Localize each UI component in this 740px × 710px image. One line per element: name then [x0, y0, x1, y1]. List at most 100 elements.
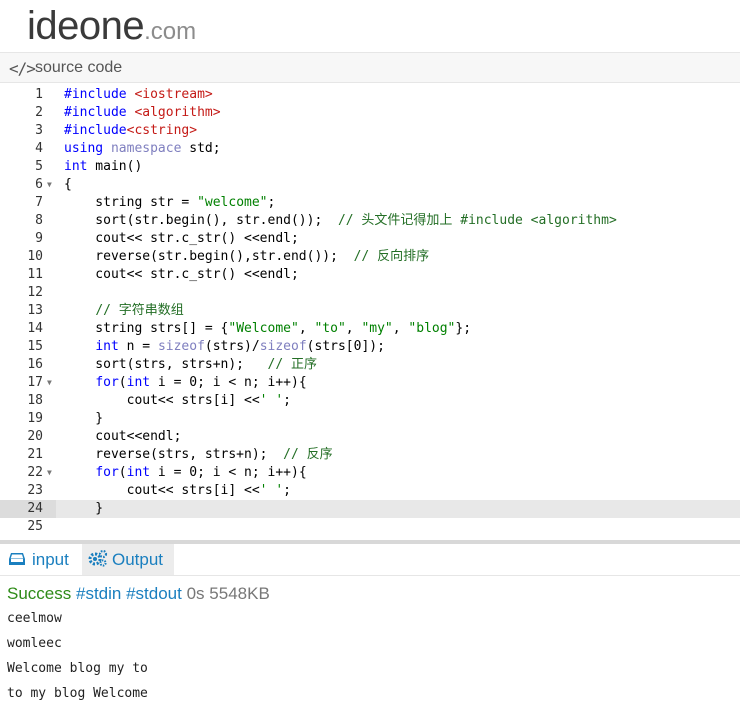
output-line: Welcome blog my to: [7, 661, 148, 676]
inbox-icon: [8, 544, 26, 575]
output-line: to my blog Welcome: [7, 686, 148, 701]
code-text: int main(): [64, 159, 143, 174]
code-line[interactable]: 11 cout<< str.c_str() <<endl;: [0, 266, 740, 284]
code-line[interactable]: 4 using namespace std;: [0, 140, 740, 158]
code-line[interactable]: 7 string str = "welcome";: [0, 194, 740, 212]
code-line[interactable]: 12: [0, 284, 740, 302]
code-text: cout<< strs[i] <<' ';: [64, 483, 291, 498]
memory-usage: 5548KB: [209, 584, 270, 603]
code-text: using namespace std;: [64, 141, 221, 156]
site-header: ideone.com: [0, 0, 740, 50]
fold-toggle-icon[interactable]: ▼: [47, 374, 52, 392]
code-text: cout<< str.c_str() <<endl;: [64, 267, 299, 282]
run-status: Success #stdin #stdout 0s 5548KB: [7, 584, 270, 604]
code-line[interactable]: 18 cout<< strs[i] <<' ';: [0, 392, 740, 410]
ideone-logo[interactable]: ideone.com: [27, 4, 196, 49]
code-text: string str = "welcome";: [64, 195, 276, 210]
io-tabs: input Output: [0, 544, 740, 576]
line-number: 13: [27, 303, 43, 318]
line-number: 20: [27, 429, 43, 444]
stdin-link[interactable]: #stdin: [76, 584, 121, 603]
tab-input[interactable]: input: [8, 544, 80, 575]
line-number: 5: [35, 159, 43, 174]
line-number: 16: [27, 357, 43, 372]
fold-toggle-icon[interactable]: ▼: [47, 176, 52, 194]
code-text: {: [64, 177, 72, 192]
fold-toggle-icon[interactable]: ▼: [47, 464, 52, 482]
code-text: cout<< str.c_str() <<endl;: [64, 231, 299, 246]
line-number: 25: [27, 519, 43, 534]
code-text: int n = sizeof(strs)/sizeof(strs[0]);: [95, 339, 385, 354]
line-number: 6: [35, 177, 43, 192]
code-line[interactable]: 19 }: [0, 410, 740, 428]
code-icon: </>: [9, 59, 36, 78]
code-line[interactable]: 2 #include <algorithm>: [0, 104, 740, 122]
code-text: }: [64, 411, 104, 426]
code-line[interactable]: 8 sort(str.begin(), str.end()); // 头文件记得…: [0, 212, 740, 230]
line-number: 4: [35, 141, 43, 156]
code-line[interactable]: 10 reverse(str.begin(),str.end()); // 反向…: [0, 248, 740, 266]
line-number: 2: [35, 105, 43, 120]
code-text: cout<<endl;: [64, 429, 182, 444]
line-number: 21: [27, 447, 43, 462]
tab-output[interactable]: Output: [82, 544, 174, 575]
code-line[interactable]: 16 sort(strs, strs+n); // 正序: [0, 356, 740, 374]
code-line[interactable]: 17 ▼ for(int i = 0; i < n; i++){: [0, 374, 740, 392]
code-lines[interactable]: 1 #include <iostream> 2 #include <algorithm…: [0, 86, 740, 536]
code-text: for(int i = 0; i < n; i++){: [95, 465, 307, 480]
line-number: 24: [27, 501, 43, 516]
code-line[interactable]: 15 int n = sizeof(strs)/sizeof(strs[0]);: [0, 338, 740, 356]
code-editor[interactable]: 1 #include <iostream> 2 #include <algorithm…: [0, 84, 740, 540]
code-text: sort(str.begin(), str.end()); // 头文件记得加上…: [64, 213, 617, 228]
code-text: sort(strs, strs+n); // 正序: [64, 357, 317, 372]
tab-input-label: input: [32, 550, 69, 569]
run-time: 0s: [186, 584, 205, 603]
status-result: Success: [7, 584, 72, 603]
source-code-label: source code: [35, 59, 123, 76]
output-line: womleec: [7, 636, 62, 651]
line-number: 9: [35, 231, 43, 246]
code-line[interactable]: 25: [0, 518, 740, 536]
source-code-bar: </> source code: [0, 52, 740, 83]
code-line[interactable]: 22 ▼ for(int i = 0; i < n; i++){: [0, 464, 740, 482]
line-number: 11: [27, 267, 43, 282]
code-line[interactable]: 9 cout<< str.c_str() <<endl;: [0, 230, 740, 248]
code-text: #include<cstring>: [64, 123, 198, 138]
code-text: // 字符串数组: [95, 303, 184, 318]
code-text: reverse(strs, strs+n); // 反序: [64, 447, 333, 462]
code-line[interactable]: 6 ▼ {: [0, 176, 740, 194]
code-line[interactable]: 14 string strs[] = {"Welcome", "to", "my…: [0, 320, 740, 338]
code-line[interactable]: 20 cout<<endl;: [0, 428, 740, 446]
code-text: #include <iostream>: [64, 87, 213, 102]
gears-icon: [88, 544, 108, 575]
logo-main: ideone: [27, 4, 145, 48]
code-line[interactable]: 23 cout<< strs[i] <<' ';: [0, 482, 740, 500]
line-number: 19: [27, 411, 43, 426]
code-line[interactable]: 21 reverse(strs, strs+n); // 反序: [0, 446, 740, 464]
code-text: }: [64, 501, 104, 516]
line-number: 18: [27, 393, 43, 408]
tab-output-label: Output: [112, 550, 164, 569]
code-text: #include <algorithm>: [64, 105, 221, 120]
code-text: string strs[] = {"Welcome", "to", "my", …: [64, 321, 472, 336]
line-number: 1: [35, 87, 43, 102]
code-line[interactable]: 24 }: [0, 500, 740, 518]
code-text: reverse(str.begin(),str.end()); // 反向排序: [64, 249, 430, 264]
code-line[interactable]: 13 // 字符串数组: [0, 302, 740, 320]
line-number: 14: [27, 321, 43, 336]
output-line: ceelmow: [7, 611, 62, 626]
code-line[interactable]: 1 #include <iostream>: [0, 86, 740, 104]
logo-tld: .com: [144, 18, 197, 45]
line-number: 3: [35, 123, 43, 138]
code-line[interactable]: 5 int main(): [0, 158, 740, 176]
line-number: 15: [27, 339, 43, 354]
line-number: 7: [35, 195, 43, 210]
code-text: cout<< strs[i] <<' ';: [64, 393, 291, 408]
code-line[interactable]: 3 #include<cstring>: [0, 122, 740, 140]
line-number: 22: [27, 465, 43, 480]
line-number: 8: [35, 213, 43, 228]
stdout-link[interactable]: #stdout: [126, 584, 182, 603]
line-number: 10: [27, 249, 43, 264]
line-number: 17: [27, 375, 43, 390]
line-number: 12: [27, 285, 43, 300]
